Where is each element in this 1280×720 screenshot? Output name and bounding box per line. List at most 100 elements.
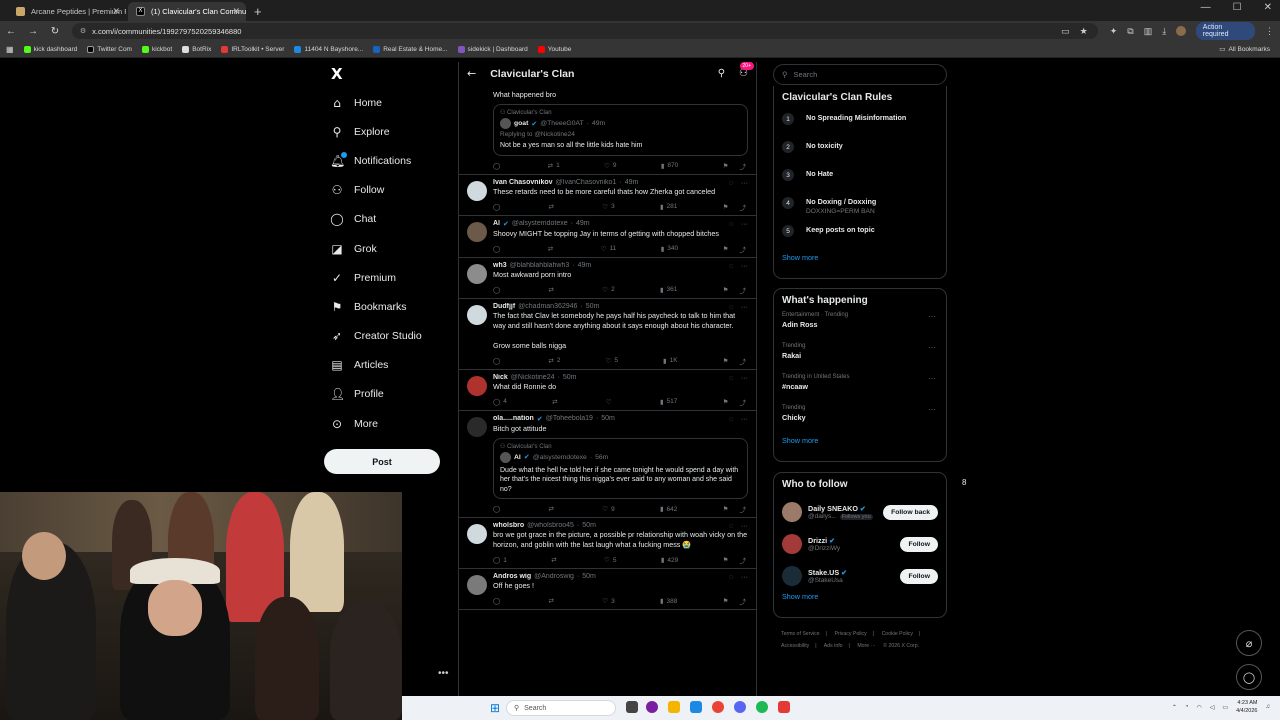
more-icon[interactable]: ··· (928, 405, 936, 414)
nav-bookmarks[interactable]: ⚑ Bookmarks (322, 292, 447, 321)
footer-link[interactable]: More ··· (857, 643, 875, 649)
forward-arrow-icon[interactable]: → (28, 26, 38, 37)
follow-suggestion[interactable]: Stake.US ✔ @StakeUsa Follow (782, 560, 938, 592)
avatar[interactable] (467, 180, 487, 201)
avatar[interactable] (782, 566, 802, 586)
grok-icon[interactable]: ◌ (729, 523, 733, 530)
grok-icon[interactable]: ◌ (729, 375, 733, 382)
reply-button[interactable]: ◯ (493, 202, 503, 212)
like-button[interactable]: ♡ 9 (602, 504, 614, 514)
more-icon[interactable]: ··· (741, 375, 748, 382)
views-button[interactable]: ▮ 429 (661, 555, 678, 565)
trend-item[interactable]: Trending Chicky ··· (782, 405, 938, 436)
grok-icon[interactable]: ◌ (729, 416, 733, 423)
more-icon[interactable]: ··· (741, 304, 748, 311)
avatar[interactable] (467, 263, 487, 284)
grok-icon[interactable]: ◌ (729, 304, 733, 311)
bookmark-icon[interactable]: ⚑ (723, 357, 729, 365)
puzzle-icon[interactable]: ⧉ (1127, 26, 1133, 37)
bookmark-icon[interactable]: ⚑ (723, 203, 729, 211)
download-icon[interactable]: ⤓ (1162, 26, 1166, 37)
grok-icon[interactable]: ◌ (729, 221, 733, 228)
tab-close-icon[interactable]: ✕ (112, 6, 120, 17)
views-button[interactable]: ▮ 388 (660, 596, 677, 606)
star-icon[interactable]: ★ (1080, 26, 1088, 37)
retweet-button[interactable]: ⇄ (552, 397, 560, 407)
rule-item[interactable]: 5 Keep posts on topic (782, 221, 938, 249)
reply-button[interactable]: ◯ (493, 161, 503, 171)
reply-button[interactable]: ◯ (493, 285, 503, 295)
address-bar[interactable]: ⚙ x.com/i/communities/199279752025934688… (71, 23, 1098, 39)
reply-button[interactable]: ◯ 1 (493, 555, 507, 565)
views-button[interactable]: ▮ 281 (660, 202, 677, 212)
search-input[interactable]: ⚲ Search (773, 64, 947, 85)
trend-item[interactable]: Trending Rakai ··· (782, 343, 938, 374)
site-info-icon[interactable]: ⚙ (80, 27, 86, 35)
app-icon[interactable] (646, 701, 658, 713)
share-icon[interactable]: ⤴ (739, 504, 746, 514)
sidepanel-icon[interactable]: ▥ (1144, 26, 1153, 37)
grok-icon[interactable]: ◌ (729, 180, 733, 187)
views-button[interactable]: ▮ 642 (660, 504, 677, 514)
post-button[interactable]: Post (324, 449, 440, 474)
bookmark-item[interactable]: Twitter Com (87, 45, 132, 53)
share-icon[interactable]: ⤴ (739, 356, 746, 366)
footer-link[interactable]: Accessibility (781, 643, 809, 649)
menu-dots-icon[interactable]: ⋮ (1265, 26, 1274, 37)
tweet-item[interactable]: ◌ ··· wh3 @blahblahblahwh3 · 49m Most awkward … (459, 258, 756, 299)
bookmark-icon[interactable]: ⚑ (723, 286, 729, 294)
quoted-tweet[interactable]: ⚇ Clavicular's Clan Al ✔ @alsystemdotexe · 56… (493, 437, 748, 499)
extension-icon[interactable]: ✦ (1110, 26, 1118, 37)
trends-show-more-link[interactable]: Show more (782, 436, 938, 445)
retweet-button[interactable]: ⇄ (549, 285, 557, 295)
rules-show-more-link[interactable]: Show more (782, 253, 938, 262)
retweet-button[interactable]: ⇄ (551, 555, 559, 565)
browser-tab-0[interactable]: Arcane Peptides | Premium Re ✕ (8, 2, 126, 21)
file-explorer-icon[interactable] (668, 701, 680, 713)
follow-button[interactable]: Follow back (883, 504, 938, 520)
more-icon[interactable]: ··· (928, 312, 936, 321)
share-icon[interactable]: ⤴ (739, 202, 746, 212)
more-icon[interactable]: ··· (741, 574, 748, 581)
reply-button[interactable]: ◯ (493, 596, 503, 606)
follow-suggestion[interactable]: Drizzi ✔ @DrizziWy Follow (782, 528, 938, 560)
retweet-button[interactable]: ⇄ 1 (548, 161, 560, 171)
bookmark-icon[interactable]: ⚑ (723, 398, 729, 406)
community-icon[interactable]: ⚇ 20+ (739, 62, 754, 79)
reply-button[interactable]: ◯ (493, 244, 503, 254)
rule-item[interactable]: 2 No toxicity (782, 137, 938, 165)
author-name[interactable]: wh3 (493, 262, 507, 269)
views-button[interactable]: ▮ 870 (661, 161, 678, 171)
chat-float-icon[interactable]: ◯ (1236, 664, 1262, 690)
bookmark-item[interactable]: kickbot (141, 45, 172, 53)
retweet-button[interactable]: ⇄ 2 (548, 356, 560, 366)
nav-chat[interactable]: ◯ Chat (322, 205, 447, 234)
nav-follow[interactable]: ⚇ Follow (322, 176, 447, 205)
tweet-item[interactable]: ◌ ··· Al ✔ @alsystemdotexe · 49m Shoovy MIGHT b… (459, 216, 756, 258)
like-button[interactable]: ♡ 11 (601, 244, 617, 254)
back-arrow-icon[interactable]: ← (467, 67, 476, 80)
nav-creator-studio[interactable]: ➶ Creator Studio (322, 322, 447, 351)
nav-notifications[interactable]: 🔔︎ Notifications (322, 146, 447, 175)
clock[interactable]: 4:23 AM 4/4/2026 (1236, 699, 1257, 715)
app-icon[interactable] (778, 701, 790, 713)
cast-icon[interactable]: ▭ (1061, 26, 1070, 37)
trend-item[interactable]: Entertainment · Trending Adin Ross ··· (782, 312, 938, 343)
more-icon[interactable]: ··· (928, 374, 936, 383)
avatar[interactable] (467, 221, 487, 242)
action-required-button[interactable]: Action required (1195, 22, 1255, 40)
bookmark-icon[interactable]: ⚑ (723, 245, 729, 253)
rule-item[interactable]: 1 No Spreading Misinformation (782, 109, 938, 137)
reply-button[interactable]: ◯ 4 (493, 397, 507, 407)
taskbar-search[interactable]: ⚲ Search (506, 700, 616, 716)
retweet-button[interactable]: ⇄ (549, 596, 557, 606)
bookmark-item[interactable]: sidekick | Dashboard (457, 45, 528, 53)
x-logo-icon[interactable]: X (322, 62, 447, 88)
avatar[interactable] (782, 534, 802, 554)
reply-button[interactable]: ◯ (493, 356, 503, 366)
tweet-item[interactable]: ◌ ··· Nick @Nickotine24 · 50m What did Ronnie … (459, 370, 756, 411)
tweet-item[interactable]: ◌ ··· ola.....nation ✔ @Toheebola19 · 50m Bitch… (459, 411, 756, 518)
like-button[interactable]: ♡ 2 (602, 285, 614, 295)
bookmark-icon[interactable]: ⚑ (723, 505, 729, 513)
views-button[interactable]: ▮ 1K (663, 356, 678, 366)
